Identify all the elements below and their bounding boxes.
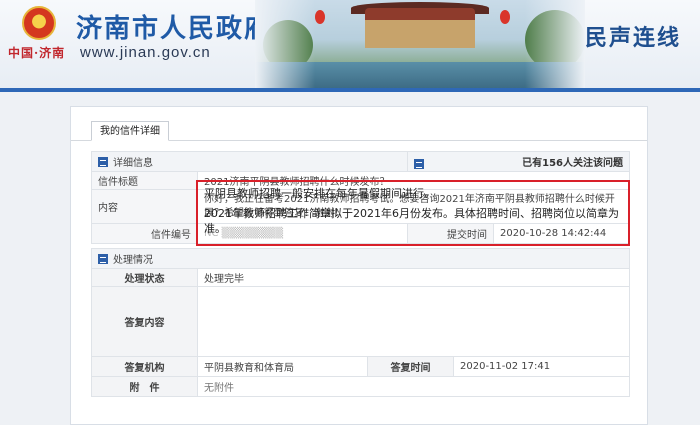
- city-tag: 中国·济南: [8, 46, 66, 60]
- site-header: ★ 中国·济南 济南市人民政府 www.jinan.gov.cn 民声连线: [0, 0, 700, 88]
- reply-org-label: 答复机构: [91, 356, 198, 377]
- process-table: 处理情况 处理状态 处理完毕 答复内容 答复机构 平阴县教育和体育局 答复时间 …: [91, 248, 630, 397]
- status-label: 处理状态: [91, 268, 198, 287]
- section-square-icon: [98, 254, 108, 264]
- table-row: 答复机构 平阴县教育和体育局 答复时间 2020-11-02 17:41: [91, 356, 630, 377]
- content-label: 内容: [91, 189, 198, 224]
- table-row: 处理状态 处理完毕: [91, 268, 630, 287]
- section-square-icon: [414, 159, 424, 169]
- site-title[interactable]: 济南市人民政府: [76, 8, 272, 45]
- tab-letter-detail[interactable]: 我的信件详细: [91, 121, 169, 141]
- site-url[interactable]: www.jinan.gov.cn: [80, 44, 211, 61]
- followers-count: 已有156人关注该问题: [522, 158, 623, 169]
- process-heading: 处理情况: [113, 255, 153, 266]
- table-row: 附 件 无附件: [91, 376, 630, 397]
- process-header-row: 处理情况: [91, 248, 630, 269]
- reply-line-2: 2021年教师招聘工作简章拟于2021年6月份发布。具体招聘时间、招聘岗位以简章…: [204, 207, 619, 235]
- table-row: 答复内容: [91, 286, 630, 357]
- letter-detail-panel: 我的信件详细 详细信息 已有156人关注该问题 信件标题 2021济南平阴县教师…: [70, 106, 648, 425]
- header-divider: [0, 88, 700, 92]
- reply-line-1: 平阴县教师招聘一般安排在每年暑假期间进行。: [204, 187, 435, 200]
- number-label: 信件编号: [91, 223, 198, 244]
- section-title: 民声连线: [585, 25, 682, 51]
- reply-label: 答复内容: [91, 286, 198, 357]
- attachment-value: 无附件: [197, 376, 630, 397]
- detail-header-row: 详细信息 已有156人关注该问题: [91, 151, 630, 172]
- national-emblem-icon: ★: [22, 6, 56, 40]
- reply-content-highlight: 平阴县教师招聘一般安排在每年暑假期间进行。 2021年教师招聘工作简章拟于202…: [196, 180, 630, 246]
- subject-label: 信件标题: [91, 171, 198, 190]
- reply-time-value: 2020-11-02 17:41: [453, 356, 630, 377]
- tab-bar: 我的信件详细: [71, 107, 647, 141]
- detail-heading: 详细信息: [113, 158, 153, 169]
- attachment-label: 附 件: [91, 376, 198, 397]
- reply-time-label: 答复时间: [367, 356, 454, 377]
- reply-org-value: 平阴县教育和体育局: [197, 356, 368, 377]
- status-value: 处理完毕: [197, 268, 630, 287]
- section-square-icon: [98, 157, 108, 167]
